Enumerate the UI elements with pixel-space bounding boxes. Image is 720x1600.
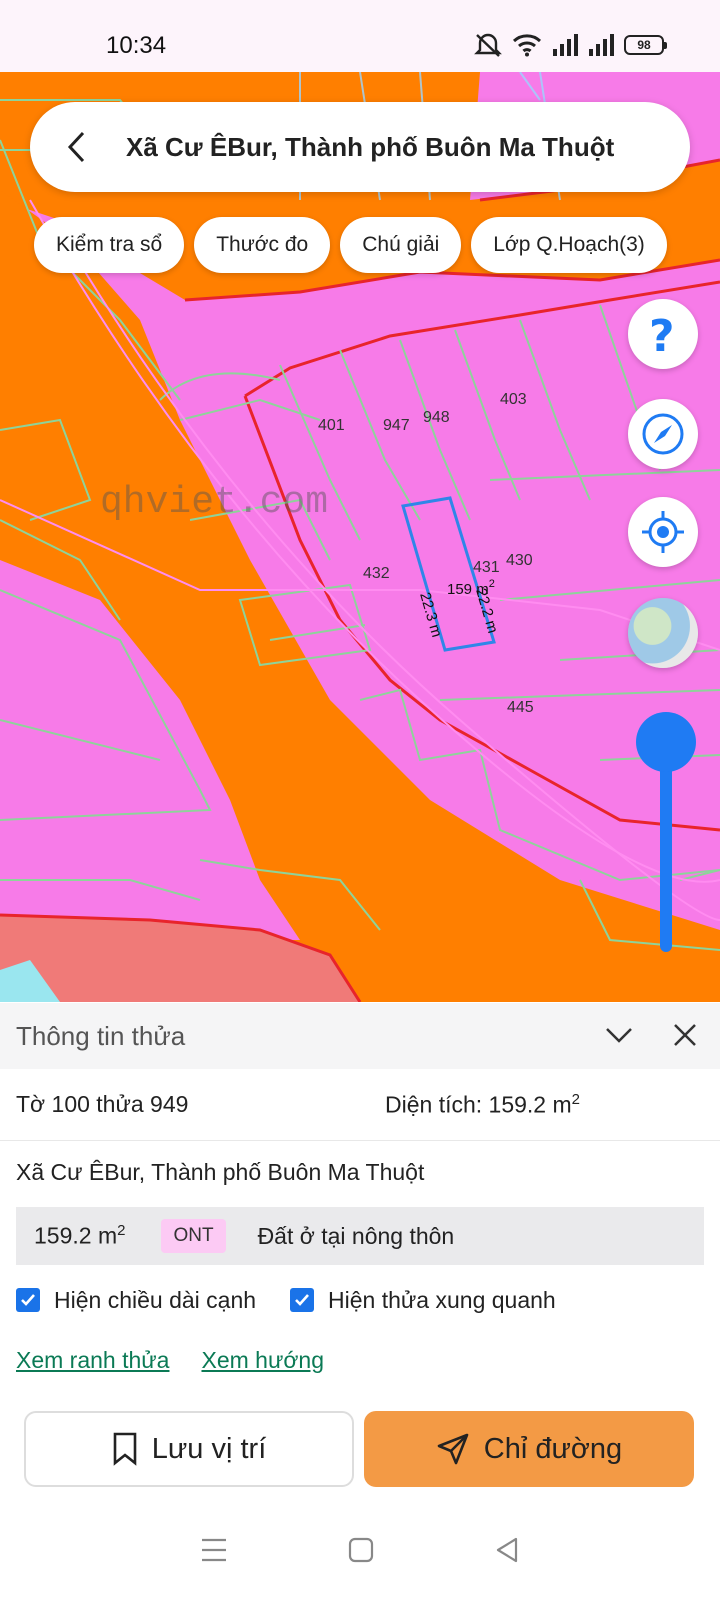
signal-icon-2 xyxy=(589,34,614,56)
parcel-address: Xã Cư ÊBur, Thành phố Buôn Ma Thuột xyxy=(16,1159,425,1185)
parcel-label: 432 xyxy=(363,565,390,582)
view-direction-link[interactable]: Xem hướng xyxy=(201,1347,324,1374)
home-icon[interactable] xyxy=(348,1537,374,1563)
check-icon xyxy=(21,1294,35,1306)
map-type-button[interactable] xyxy=(628,598,698,668)
parcel-label: 401 xyxy=(318,417,345,434)
back-button[interactable] xyxy=(42,102,112,192)
show-neighbors-option[interactable]: Hiện thửa xung quanh xyxy=(290,1287,556,1314)
checkbox-label: Hiện chiều dài cạnh xyxy=(54,1286,257,1313)
check-icon xyxy=(295,1294,310,1306)
close-icon[interactable] xyxy=(670,1017,700,1053)
sheet-parcel-number: Tờ 100 thửa 949 xyxy=(16,1091,189,1117)
panel-header: Thông tin thửa xyxy=(0,1003,720,1069)
checkbox-edge-lengths[interactable] xyxy=(16,1288,40,1312)
action-buttons: Lưu vị trí Chỉ đường xyxy=(0,1411,720,1487)
chip-check-book[interactable]: Kiểm tra sổ xyxy=(34,217,185,273)
parcel-label: 948 xyxy=(423,409,450,426)
wifi-icon xyxy=(512,34,542,57)
parcel-label: 431 xyxy=(473,559,500,576)
checkbox-label: Hiện thửa xung quanh xyxy=(328,1286,556,1313)
compass-button[interactable] xyxy=(628,399,698,469)
save-location-button[interactable]: Lưu vị trí xyxy=(24,1411,354,1487)
zoom-track[interactable] xyxy=(660,742,672,952)
panel-actions xyxy=(604,1017,700,1053)
parcel-area: Diện tích: 159.2 m2 xyxy=(385,1090,580,1118)
zoom-slider[interactable] xyxy=(636,712,696,952)
signal-icon xyxy=(553,34,578,56)
checkbox-neighbors[interactable] xyxy=(290,1288,315,1312)
status-time: 10:34 xyxy=(106,32,167,59)
parcel-label: 947 xyxy=(383,417,410,434)
help-button[interactable]: ? xyxy=(628,299,698,369)
panel-links: Xem ranh thửa Xem hướng xyxy=(0,1335,720,1385)
system-nav-bar xyxy=(0,1500,720,1600)
parcel-summary-row: Tờ 100 thửa 949 Diện tích: 159.2 m2 xyxy=(0,1069,720,1141)
bookmark-icon xyxy=(113,1432,137,1466)
status-bar: 10:34 98 xyxy=(0,0,720,72)
my-location-button[interactable] xyxy=(628,497,698,567)
display-options: Hiện chiều dài cạnh Hiện thửa xung quanh xyxy=(0,1265,720,1335)
land-code-badge: ONT xyxy=(161,1219,226,1253)
directions-label: Chỉ đường xyxy=(483,1432,623,1465)
send-icon xyxy=(437,1433,469,1465)
show-edge-lengths-option[interactable]: Hiện chiều dài cạnh xyxy=(16,1287,256,1314)
land-use-row: 159.2 m2 ONT Đất ở tại nông thôn xyxy=(16,1207,704,1265)
map-canvas[interactable]: qhviet.com 401 947 948 403 431 430 432 4… xyxy=(0,72,720,1002)
panel-title: Thông tin thửa xyxy=(16,1020,186,1051)
mute-icon xyxy=(474,33,502,57)
land-use-area: 159.2 m2 xyxy=(34,1222,126,1249)
chip-legend[interactable]: Chú giải xyxy=(340,217,462,273)
status-icons: 98 xyxy=(474,30,667,60)
land-type: Đất ở tại nông thôn xyxy=(257,1222,455,1249)
search-bar[interactable]: Xã Cư ÊBur, Thành phố Buôn Ma Thuột xyxy=(30,102,690,192)
svg-text:?: ? xyxy=(649,311,675,357)
map-watermark: qhviet.com xyxy=(100,481,328,524)
question-icon: ? xyxy=(649,311,675,357)
chip-planning-layers[interactable]: Lớp Q.Hoạch(3) xyxy=(471,217,667,273)
save-location-label: Lưu vị trí xyxy=(151,1432,267,1465)
zoom-handle[interactable] xyxy=(636,712,696,772)
view-boundary-link[interactable]: Xem ranh thửa xyxy=(16,1347,169,1374)
chip-ruler[interactable]: Thước đo xyxy=(194,217,331,273)
back-nav-icon[interactable] xyxy=(494,1537,520,1563)
compass-icon xyxy=(642,413,684,455)
map-tools: Kiểm tra sổ Thước đo Chú giải Lớp Q.Hoạc… xyxy=(34,217,667,273)
battery-icon: 98 xyxy=(624,35,667,55)
chevron-down-icon[interactable] xyxy=(604,1017,634,1053)
parcel-label: 445 xyxy=(507,699,534,716)
chevron-left-icon xyxy=(67,131,85,163)
crosshair-icon xyxy=(642,511,684,553)
parcel-label: 430 xyxy=(506,552,533,569)
location-title: Xã Cư ÊBur, Thành phố Buôn Ma Thuột xyxy=(126,131,615,162)
menu-icon[interactable] xyxy=(200,1537,228,1563)
directions-button[interactable]: Chỉ đường xyxy=(364,1411,694,1487)
map-view[interactable]: qhviet.com 401 947 948 403 431 430 432 4… xyxy=(0,72,720,1002)
parcel-label: 403 xyxy=(500,391,527,408)
